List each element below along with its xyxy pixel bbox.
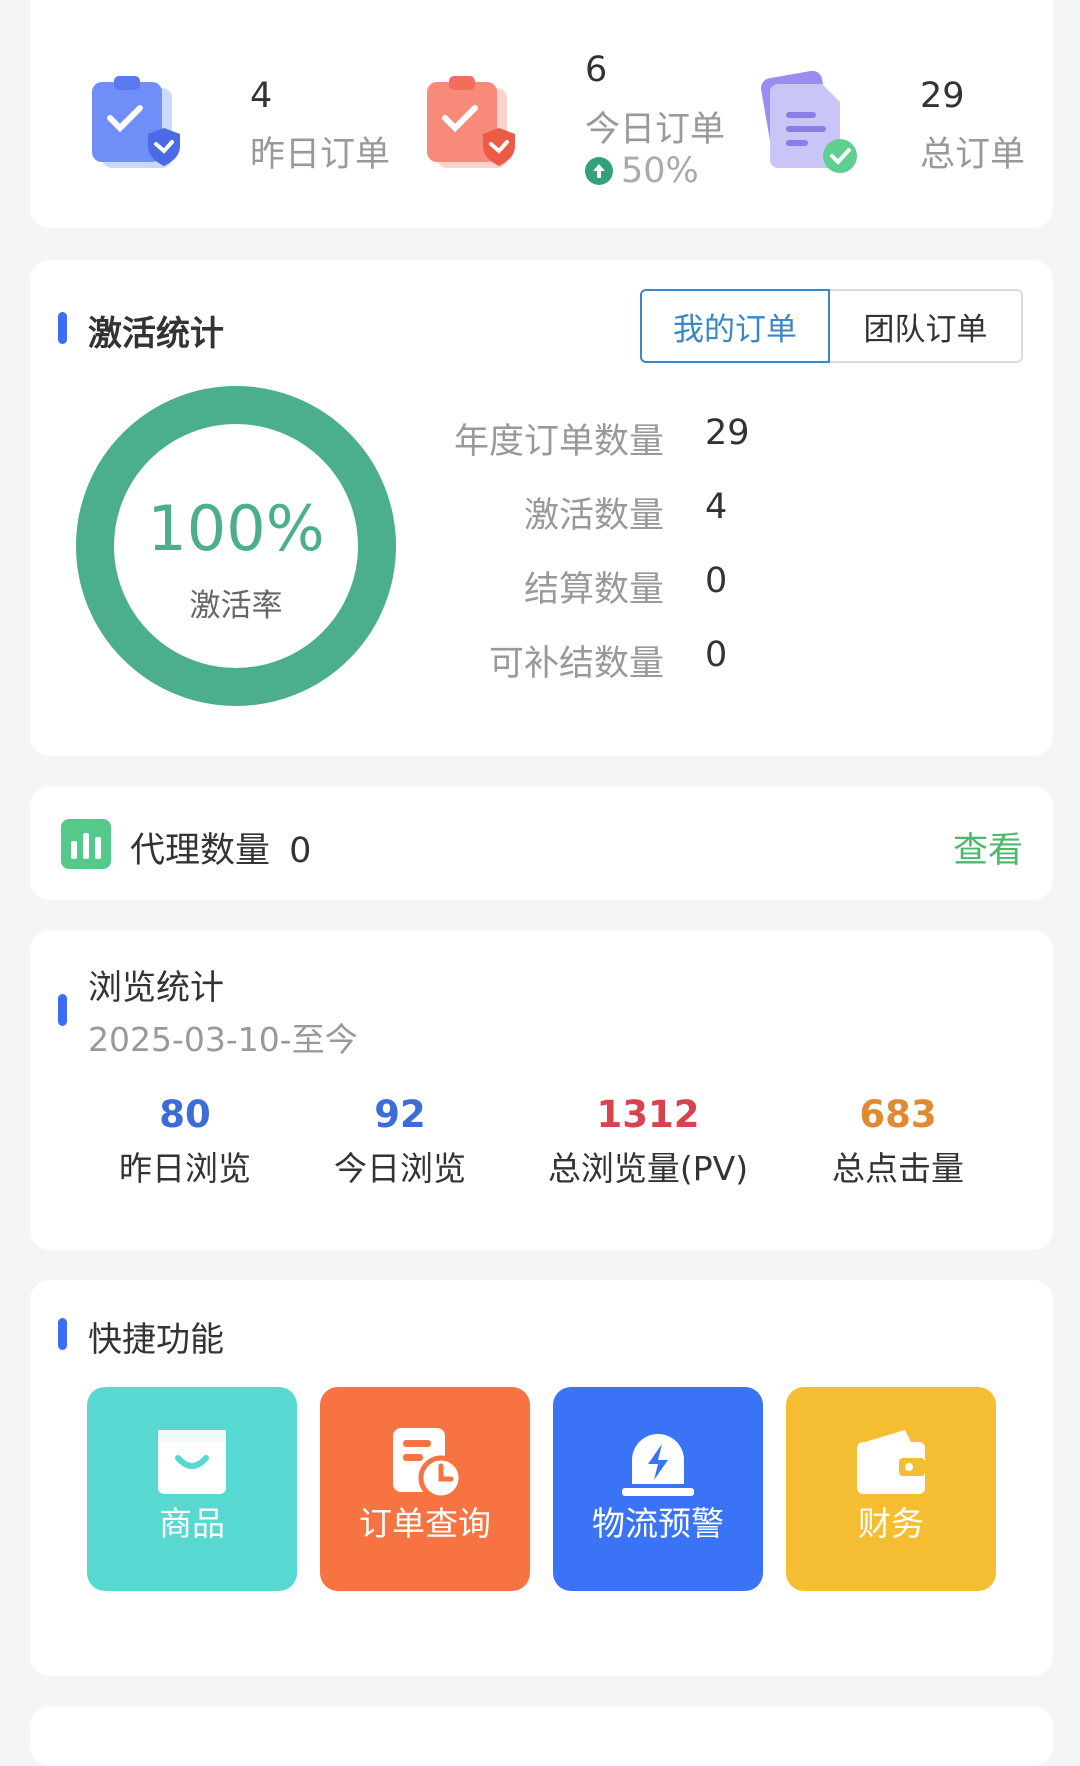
- alarm-light-icon: [622, 1434, 694, 1496]
- order-label: 昨日订单: [250, 135, 391, 175]
- activation-row: 结算数量 0: [470, 561, 970, 621]
- section-marker: [58, 312, 67, 344]
- section-marker: [58, 1318, 67, 1350]
- order-summary-card: 4 昨日订单 6 今日订单 50% 29 总订单: [30, 0, 1053, 228]
- activation-stats-card: 激活统计 我的订单 团队订单 100% 激活率 年度订单数量 29 激活数量 4…: [30, 260, 1053, 756]
- browse-stat-label: 今日浏览: [334, 1149, 466, 1188]
- browse-stat-value: 80: [159, 1093, 211, 1136]
- activation-row-label: 结算数量: [523, 570, 664, 610]
- section-marker: [58, 994, 67, 1026]
- browse-stat: 1312 总浏览量(PV): [528, 1093, 768, 1190]
- shopping-bag-icon: [158, 1430, 226, 1494]
- order-label: 今日订单: [585, 110, 726, 150]
- quick-finance-button[interactable]: 财务: [786, 1387, 996, 1591]
- activation-row-label: 激活数量: [523, 496, 664, 536]
- activation-row: 可补结数量 0: [470, 635, 970, 695]
- agent-label: 代理数量: [130, 831, 271, 871]
- document-check-purple-icon: [760, 70, 857, 173]
- order-stat-total[interactable]: 29 总订单: [760, 0, 1050, 228]
- order-trend-value: 50%: [621, 151, 699, 191]
- tab-my-orders[interactable]: 我的订单: [640, 289, 830, 363]
- view-agents-link[interactable]: 查看: [953, 822, 1023, 873]
- order-trend: 50%: [585, 151, 699, 191]
- quick-products-button[interactable]: 商品: [87, 1387, 297, 1591]
- section-title: 激活统计: [88, 314, 224, 354]
- browse-stat: 80 昨日浏览: [65, 1093, 305, 1190]
- browse-stat-label: 总浏览量(PV): [547, 1149, 749, 1188]
- activation-row-value: 0: [705, 561, 728, 601]
- next-card: [30, 1706, 1053, 1766]
- quick-item-label: 订单查询: [359, 1504, 491, 1543]
- quick-item-label: 商品: [159, 1504, 225, 1543]
- browse-stat-label: 总点击量: [832, 1149, 964, 1188]
- order-clock-icon: [393, 1428, 464, 1501]
- wallet-icon: [857, 1430, 925, 1494]
- section-title: 浏览统计: [88, 968, 224, 1008]
- quick-logistics-alert-button[interactable]: 物流预警: [553, 1387, 763, 1591]
- agent-count-value: 0: [289, 831, 312, 871]
- date-range: 2025-03-10-至今: [88, 1020, 358, 1059]
- browse-stat-value: 683: [859, 1093, 937, 1136]
- order-count: 6: [585, 50, 608, 90]
- bar-chart-icon: [61, 819, 111, 869]
- browse-stat-value: 1312: [596, 1093, 700, 1136]
- section-title: 快捷功能: [88, 1320, 224, 1360]
- activation-row-label: 可补结数量: [488, 644, 664, 684]
- agent-count-label: 代理数量 0: [130, 822, 311, 873]
- quick-item-label: 财务: [858, 1504, 924, 1543]
- order-scope-toggle: 我的订单 团队订单: [640, 289, 1023, 365]
- activation-row: 激活数量 4: [470, 487, 970, 547]
- clipboard-check-blue-icon: [92, 76, 180, 168]
- quick-order-query-button[interactable]: 订单查询: [320, 1387, 530, 1591]
- quick-functions-card: 快捷功能 商品 订单查询 物流预警 财务: [30, 1280, 1053, 1676]
- agent-count-card: 代理数量 0 查看: [30, 786, 1053, 900]
- browse-stat: 683 总点击量: [778, 1093, 1018, 1190]
- activation-row-value: 4: [705, 487, 728, 527]
- activation-rate-value: 100%: [147, 492, 325, 565]
- browse-stat: 92 今日浏览: [280, 1093, 520, 1190]
- activation-row: 年度订单数量 29: [454, 413, 970, 473]
- order-stat-yesterday[interactable]: 4 昨日订单: [90, 0, 390, 228]
- tab-team-orders[interactable]: 团队订单: [830, 289, 1023, 363]
- arrow-up-circle-icon: [585, 157, 613, 185]
- quick-item-label: 物流预警: [592, 1504, 724, 1543]
- browse-stat-value: 92: [374, 1093, 426, 1136]
- order-count: 4: [250, 76, 273, 116]
- clipboard-check-red-icon: [427, 76, 515, 168]
- activation-row-label: 年度订单数量: [453, 422, 664, 462]
- order-label: 总订单: [920, 135, 1026, 175]
- browse-stats-card: 浏览统计 2025-03-10-至今 80 昨日浏览 92 今日浏览 1312 …: [30, 930, 1053, 1250]
- activation-row-value: 29: [705, 413, 750, 453]
- order-count: 29: [920, 76, 965, 116]
- order-stat-today[interactable]: 6 今日订单 50%: [425, 0, 745, 228]
- browse-stat-label: 昨日浏览: [119, 1149, 251, 1188]
- activation-row-value: 0: [705, 635, 728, 675]
- activation-rate-label: 激活率: [189, 588, 283, 624]
